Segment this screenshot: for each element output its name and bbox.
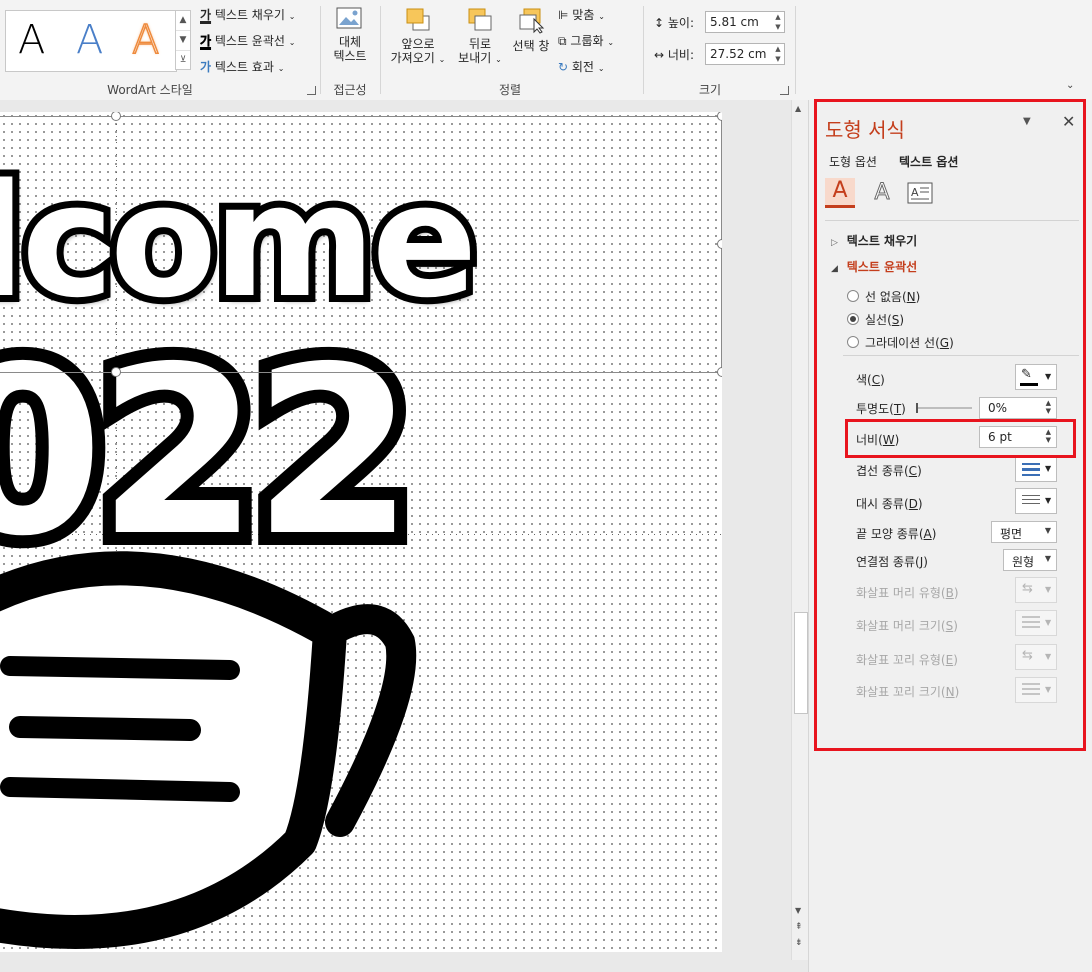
previous-slide-icon[interactable]: ⇞ <box>795 922 803 932</box>
send-backward-icon <box>468 8 492 31</box>
arrange-group-label: 정렬 <box>498 83 522 97</box>
resize-handle[interactable] <box>717 367 722 377</box>
width-label-text: 너비: <box>667 48 695 62</box>
rotate-button[interactable]: ↻ 회전 ⌄ <box>558 58 605 75</box>
width-value: 27.52 cm <box>710 47 767 61</box>
resize-handle[interactable] <box>717 112 722 121</box>
text-effects-icon: 가 <box>200 60 212 74</box>
highlight-box-width <box>845 419 1076 458</box>
alt-text-label-2: 텍스트 <box>333 49 367 63</box>
send-backward-button[interactable]: 뒤로 보내기 ⌄ <box>452 6 508 67</box>
selection-box <box>0 116 722 373</box>
align-label: 맞춤 <box>572 8 595 22</box>
group-button[interactable]: ⧉ 그룹화 ⌄ <box>558 32 614 49</box>
height-input[interactable]: 5.81 cm ▲ ▼ <box>705 11 785 33</box>
chevron-down-icon: ⌄ <box>438 55 446 64</box>
wordart-group-label: WordArt 스타일 <box>107 83 193 97</box>
height-label-text: 높이: <box>667 16 695 30</box>
ribbon: A A A ▲ ▼ ⊻ 가 텍스트 채우기 ⌄ 가 텍스트 윤곽선 ⌄ 가 텍스… <box>0 0 1092 101</box>
slide[interactable]: lcome 022 022 <box>0 112 722 952</box>
accessibility-group-label: 접근성 <box>333 83 367 97</box>
width-icon: ↔ <box>654 48 665 62</box>
chevron-down-icon: ⌄ <box>288 12 296 21</box>
gallery-up-icon[interactable]: ▲ <box>176 11 190 31</box>
rotate-label: 회전 <box>571 60 594 74</box>
spin-arrows-icon[interactable]: ▲ ▼ <box>772 44 784 64</box>
text-outline-label: 텍스트 윤곽선 <box>214 34 285 48</box>
alt-text-icon <box>336 7 362 29</box>
collapse-ribbon-icon[interactable]: ⌄ <box>1066 80 1074 91</box>
gallery-more-icon[interactable]: ⊻ <box>176 51 190 70</box>
mask-illustration <box>0 551 417 949</box>
align-button[interactable]: ⊫ 맞춤 ⌄ <box>558 6 605 23</box>
scroll-down-icon[interactable]: ▼ <box>795 906 801 915</box>
vertical-scrollbar[interactable]: ▲ ▼ ⇞ ⇟ <box>791 100 809 960</box>
slide-canvas: lcome 022 022 <box>0 100 808 972</box>
scroll-thumb[interactable] <box>794 612 808 714</box>
bring-forward-icon <box>406 8 430 31</box>
separator <box>380 6 381 94</box>
text-effects-button[interactable]: 가 텍스트 효과 ⌄ <box>200 58 284 75</box>
resize-handle[interactable] <box>717 239 722 249</box>
selection-pane-button[interactable]: 선택 창 <box>510 6 552 54</box>
separator <box>320 6 321 94</box>
chevron-down-icon: ⌄ <box>597 64 605 73</box>
wordart-gallery[interactable]: A A A <box>5 10 177 72</box>
text-effects-label: 텍스트 효과 <box>214 60 274 74</box>
width-label: ↔ 너비: <box>654 46 694 63</box>
send-backward-label-2: 보내기 <box>458 51 492 65</box>
text-outline-button[interactable]: 가 텍스트 윤곽선 ⌄ <box>200 32 296 49</box>
height-icon: ↕ <box>654 16 665 30</box>
separator <box>643 6 644 94</box>
spin-arrows-icon[interactable]: ▲ ▼ <box>772 12 784 32</box>
selection-pane-icon <box>519 8 545 34</box>
text-fill-button[interactable]: 가 텍스트 채우기 ⌄ <box>200 6 295 23</box>
dialog-launcher-icon[interactable] <box>780 86 789 95</box>
dialog-launcher-icon[interactable] <box>307 86 316 95</box>
selection-pane-label: 선택 창 <box>512 39 550 53</box>
wordart-style-orange[interactable]: A <box>131 16 160 64</box>
bring-forward-button[interactable]: 앞으로 가져오기 ⌄ <box>388 6 448 67</box>
chevron-down-icon: ⌄ <box>277 64 285 73</box>
text-outline-icon: 가 <box>200 34 212 49</box>
alt-text-label-1: 대체 <box>338 35 362 49</box>
rotate-icon: ↻ <box>558 60 569 74</box>
send-backward-label-1: 뒤로 <box>468 37 492 51</box>
alt-text-button[interactable]: 대체 텍스트 <box>328 6 372 63</box>
chevron-down-icon: ⌄ <box>288 38 296 47</box>
height-value: 5.81 cm <box>710 15 759 29</box>
resize-handle[interactable] <box>111 367 121 377</box>
wordart-style-black[interactable]: A <box>18 17 45 63</box>
separator <box>795 6 796 94</box>
group-icon: ⧉ <box>558 34 567 48</box>
text-fill-icon: 가 <box>200 8 212 22</box>
chevron-down-icon: ⌄ <box>495 55 502 64</box>
size-group-label: 크기 <box>698 83 722 97</box>
scroll-up-icon[interactable]: ▲ <box>795 104 801 113</box>
chevron-down-icon: ⌄ <box>607 38 615 47</box>
group-label: 그룹화 <box>570 34 604 48</box>
gallery-scroll[interactable]: ▲ ▼ ⊻ <box>175 10 191 70</box>
height-label: ↕ 높이: <box>654 14 694 31</box>
bring-forward-label-1: 앞으로 <box>401 37 435 51</box>
wordart-style-blue[interactable]: A <box>76 17 103 63</box>
align-icon: ⊫ <box>558 8 569 22</box>
bring-forward-label-2: 가져오기 <box>390 51 435 65</box>
gallery-down-icon[interactable]: ▼ <box>176 31 190 51</box>
text-fill-label: 텍스트 채우기 <box>214 8 285 22</box>
width-input[interactable]: 27.52 cm ▲ ▼ <box>705 43 785 65</box>
chevron-down-icon: ⌄ <box>598 12 605 21</box>
next-slide-icon[interactable]: ⇟ <box>795 938 803 948</box>
